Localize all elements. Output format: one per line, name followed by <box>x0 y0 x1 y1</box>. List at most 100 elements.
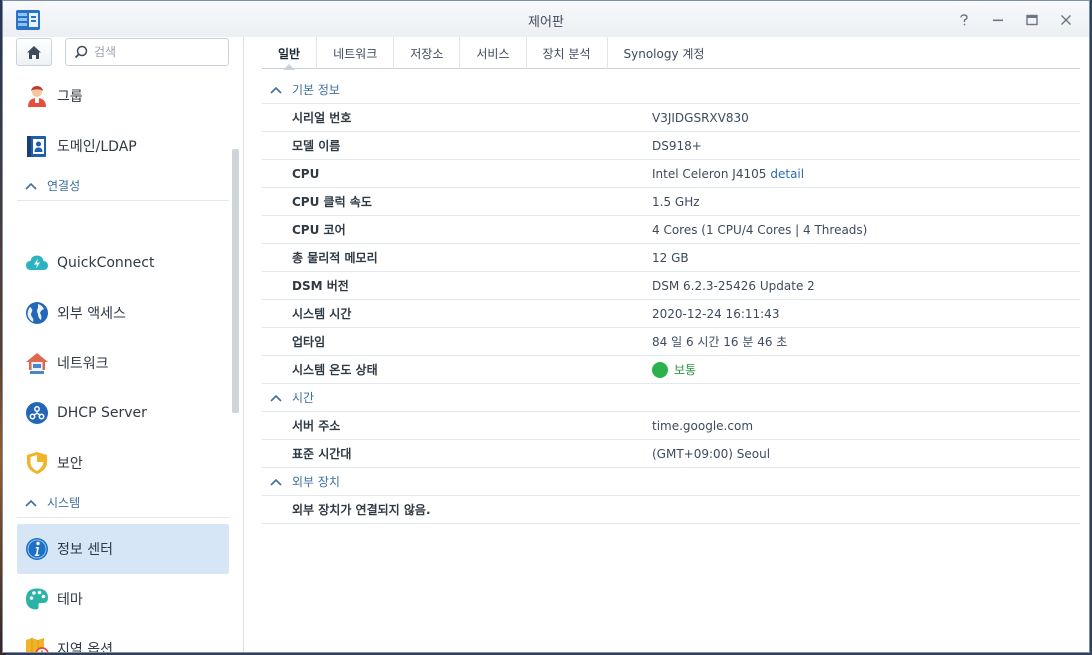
info-key: CPU <box>292 166 320 181</box>
search-box[interactable] <box>65 38 229 66</box>
tab-synology-account[interactable]: Synology 계정 <box>608 37 721 69</box>
chevron-up-icon <box>25 182 37 190</box>
info-row-cpu-clock: CPU 클럭 속도 1.5 GHz <box>262 188 1080 216</box>
sidebar-item-label: 보안 <box>57 456 83 472</box>
tab-network[interactable]: 네트워크 <box>317 37 395 69</box>
sidebar-scrollbar[interactable] <box>232 149 239 413</box>
control-panel-window: 제어판 검색 그룹 도메인/LDAP 연결성 QuickConnect 외부 액… <box>2 0 1090 653</box>
chevron-up-icon <box>270 394 282 402</box>
network-house-icon <box>25 351 49 375</box>
close-button[interactable] <box>1049 9 1083 31</box>
external-access-icon <box>25 301 49 325</box>
section-basic-info[interactable]: 기본 정보 <box>262 76 1080 104</box>
maximize-icon <box>1026 14 1038 26</box>
section-system[interactable]: 시스템 <box>17 488 229 518</box>
section-time[interactable]: 시간 <box>262 384 1080 412</box>
sidebar-item-label: 정보 센터 <box>57 542 113 558</box>
info-value: time.google.com <box>652 418 754 433</box>
thermal-status-text: 보통 <box>674 363 697 377</box>
info-value: 84 일 6 시간 16 분 46 초 <box>652 335 788 349</box>
group-icon <box>25 84 49 108</box>
tab-services[interactable]: 서비스 <box>460 37 527 69</box>
sidebar-item-label: 도메인/LDAP <box>57 139 137 155</box>
sidebar-item-label: 네트워크 <box>57 356 109 372</box>
cpu-model-text: Intel Celeron J4105 <box>652 166 767 181</box>
info-row-cpu: CPU Intel Celeron J4105 detail <box>262 160 1080 188</box>
sidebar-list[interactable]: 그룹 도메인/LDAP 연결성 QuickConnect 외부 액세스 네트워크… <box>3 71 233 653</box>
sidebar-item-info-center[interactable]: 정보 센터 <box>17 524 229 574</box>
info-value: DSM 6.2.3-25426 Update 2 <box>652 278 815 293</box>
info-row-thermal-status: 시스템 온도 상태 보통 <box>262 356 1080 384</box>
minimize-icon <box>993 19 1003 22</box>
regional-options-icon <box>25 637 49 652</box>
sidebar-item-label: 지역 옵션 <box>57 642 113 653</box>
quickconnect-icon <box>25 251 49 275</box>
tab-storage[interactable]: 저장소 <box>394 37 461 69</box>
info-row-timezone: 표준 시간대 (GMT+09:00) Seoul <box>262 440 1080 468</box>
domain-ldap-icon <box>25 134 49 158</box>
sidebar-item-label: 외부 액세스 <box>57 306 126 322</box>
maximize-button[interactable] <box>1015 9 1049 31</box>
info-key: CPU 코어 <box>292 223 346 237</box>
sidebar-item-quickconnect[interactable]: QuickConnect <box>17 238 229 288</box>
dhcp-server-icon <box>25 401 49 425</box>
info-center-icon <box>25 537 49 561</box>
sidebar-item-regional-options[interactable]: 지역 옵션 <box>17 624 229 653</box>
sidebar-item-theme[interactable]: 테마 <box>17 574 229 624</box>
home-button[interactable] <box>16 38 52 66</box>
sidebar-item-network[interactable]: 네트워크 <box>17 338 229 388</box>
cpu-detail-link[interactable]: detail <box>770 167 804 181</box>
info-row-cpu-cores: CPU 코어 4 Cores (1 CPU/4 Cores | 4 Thread… <box>262 216 1080 244</box>
tab-bar: 일반 네트워크 저장소 서비스 장치 분석 Synology 계정 <box>262 37 1080 70</box>
section-label: 시간 <box>292 391 315 405</box>
info-row-model: 모델 이름 DS918+ <box>262 132 1080 160</box>
security-shield-icon <box>25 451 49 475</box>
section-connectivity[interactable]: 연결성 <box>17 171 229 201</box>
general-info-grid: 기본 정보 시리얼 번호 V3JIDGSRXV830 모델 이름 DS918+ … <box>262 76 1080 524</box>
tab-general[interactable]: 일반 <box>262 37 318 70</box>
info-value: Intel Celeron J4105 detail <box>652 167 804 181</box>
close-icon <box>1061 15 1071 25</box>
info-value: V3JIDGSRXV830 <box>652 110 749 125</box>
info-row-system-time: 시스템 시간 2020-12-24 16:11:43 <box>262 300 1080 328</box>
info-key: 총 물리적 메모리 <box>292 251 378 265</box>
sidebar-item-label: 테마 <box>57 592 83 608</box>
sidebar-item-dhcp-server[interactable]: DHCP Server <box>17 388 229 438</box>
sidebar-item-label: DHCP Server <box>57 405 147 421</box>
info-value: 2020-12-24 16:11:43 <box>652 306 780 321</box>
sidebar-item-label: 그룹 <box>57 89 83 105</box>
section-label: 연결성 <box>47 179 81 193</box>
sidebar-item-security[interactable]: 보안 <box>17 438 229 488</box>
section-external-devices[interactable]: 외부 장치 <box>262 468 1080 496</box>
info-key: 업타임 <box>292 335 326 349</box>
info-value: DS918+ <box>652 138 702 153</box>
info-row-dsm-version: DSM 버전 DSM 6.2.3-25426 Update 2 <box>262 272 1080 300</box>
chevron-up-icon <box>270 86 282 94</box>
minimize-button[interactable] <box>981 9 1015 31</box>
info-key: DSM 버전 <box>292 279 349 293</box>
home-icon <box>27 45 41 59</box>
search-input[interactable] <box>94 45 224 59</box>
info-value: (GMT+09:00) Seoul <box>652 446 771 461</box>
help-icon <box>960 14 968 26</box>
info-value: 보통 <box>652 361 696 378</box>
info-row-memory: 총 물리적 메모리 12 GB <box>262 244 1080 272</box>
chevron-up-icon <box>25 499 37 507</box>
help-button[interactable] <box>947 9 981 31</box>
chevron-up-icon <box>270 478 282 486</box>
section-label: 외부 장치 <box>292 475 340 489</box>
sidebar-item-group[interactable]: 그룹 <box>17 71 229 121</box>
info-row-external-none: 외부 장치가 연결되지 않음. <box>262 496 1080 524</box>
sidebar: 그룹 도메인/LDAP 연결성 QuickConnect <box>3 37 244 653</box>
sidebar-item-external-access[interactable]: 외부 액세스 <box>17 288 229 338</box>
info-key: CPU 클럭 속도 <box>292 195 372 209</box>
tab-device-analysis[interactable]: 장치 분석 <box>527 37 608 69</box>
search-icon <box>74 45 88 59</box>
info-key: 서버 주소 <box>292 419 341 433</box>
title-bar[interactable]: 제어판 <box>3 1 1089 37</box>
theme-palette-icon <box>25 587 49 611</box>
window-title: 제어판 <box>528 15 564 30</box>
sidebar-item-domain-ldap[interactable]: 도메인/LDAP <box>17 121 229 171</box>
external-devices-message: 외부 장치가 연결되지 않음. <box>292 503 431 517</box>
info-key: 표준 시간대 <box>292 447 352 461</box>
